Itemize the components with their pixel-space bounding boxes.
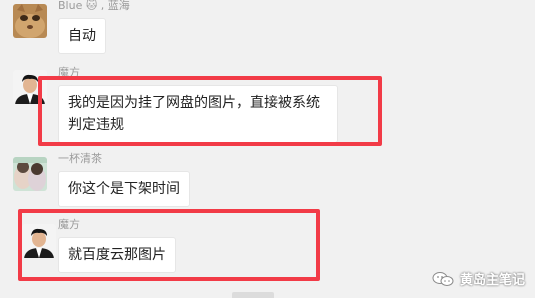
wechat-official-account-icon [432,271,454,287]
watermark: 黄岛主笔记 [432,269,525,288]
avatar-mofang[interactable] [13,70,47,104]
message-bubble[interactable]: 我的是因为挂了网盘的图片，直接被系统判定违规 [58,85,338,143]
sender-name: 魔方 [58,218,80,231]
avatar-tea[interactable] [13,157,47,191]
timestamp-pill [232,292,274,298]
message-bubble[interactable]: 就百度云那图片 [58,237,176,273]
message-bubble[interactable]: 自动 [58,18,106,54]
sender-name: 一杯清茶 [58,152,102,165]
watermark-text: 黄岛主笔记 [459,273,525,288]
avatar-mofang[interactable] [22,224,56,258]
avatar-cat[interactable] [13,4,47,38]
sender-name: Blue 🐱 , 蓝海 [58,0,130,12]
sender-name: 魔方 [58,66,80,79]
message-bubble[interactable]: 你这个是下架时间 [58,171,190,207]
